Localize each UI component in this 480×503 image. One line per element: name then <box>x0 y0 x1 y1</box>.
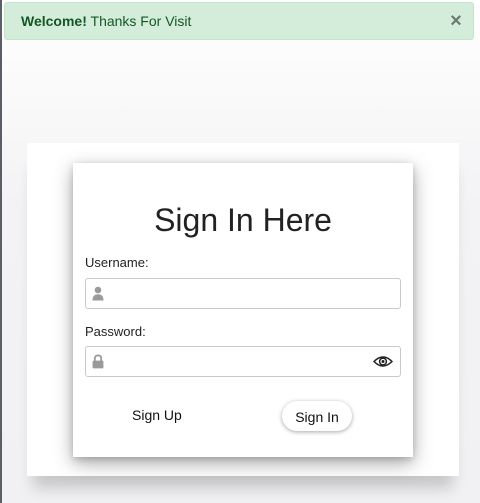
password-field <box>85 346 401 377</box>
password-label: Password: <box>85 324 146 339</box>
lock-icon <box>92 354 104 369</box>
window-edge <box>0 0 2 503</box>
alert-message: Thanks For Visit <box>86 13 192 29</box>
sign-in-button[interactable]: Sign In <box>282 401 352 431</box>
password-input[interactable] <box>114 347 364 376</box>
close-icon[interactable]: × <box>448 3 464 39</box>
welcome-alert: Welcome! Thanks For Visit × <box>4 2 474 40</box>
user-icon <box>92 286 104 301</box>
username-input[interactable] <box>114 279 364 308</box>
username-label: Username: <box>85 255 149 270</box>
eye-icon[interactable] <box>373 354 393 369</box>
page-title: Sign In Here <box>154 202 332 238</box>
signin-card: Sign In Here Username: Password: Sign Up… <box>73 163 413 457</box>
username-field <box>85 278 401 309</box>
sign-up-link[interactable]: Sign Up <box>132 407 182 423</box>
alert-strong-text: Welcome! <box>21 13 87 29</box>
